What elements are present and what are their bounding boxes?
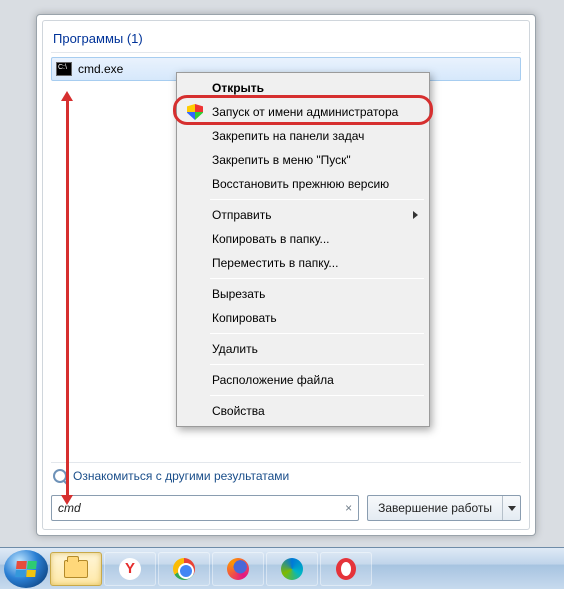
ctx-run-as-admin-label: Запуск от имени администратора — [212, 105, 398, 119]
shield-icon — [186, 103, 204, 121]
chrome-icon — [173, 558, 195, 580]
taskbar-firefox[interactable] — [212, 552, 264, 586]
ctx-pin-taskbar[interactable]: Закрепить на панели задач — [180, 124, 426, 148]
see-more-label: Ознакомиться с другими результатами — [73, 469, 289, 483]
shutdown-button[interactable]: Завершение работы — [367, 495, 521, 521]
ctx-restore-previous[interactable]: Восстановить прежнюю версию — [180, 172, 426, 196]
shutdown-options-arrow[interactable] — [502, 496, 520, 520]
context-menu: Открыть Запуск от имени администратора З… — [176, 72, 430, 427]
ctx-copy-to-folder[interactable]: Копировать в папку... — [180, 227, 426, 251]
ctx-pin-start[interactable]: Закрепить в меню "Пуск" — [180, 148, 426, 172]
search-icon — [53, 469, 67, 483]
taskbar-opera[interactable] — [320, 552, 372, 586]
search-input[interactable] — [58, 501, 345, 515]
start-bottom-row: × Завершение работы — [51, 495, 521, 521]
ctx-run-as-admin[interactable]: Запуск от имени администратора — [180, 100, 426, 124]
taskbar-yandex[interactable]: Y — [104, 552, 156, 586]
ctx-properties[interactable]: Свойства — [180, 399, 426, 423]
shutdown-label: Завершение работы — [368, 501, 502, 515]
ctx-cut[interactable]: Вырезать — [180, 282, 426, 306]
ctx-delete[interactable]: Удалить — [180, 337, 426, 361]
ctx-separator — [210, 364, 424, 365]
ctx-separator — [210, 278, 424, 279]
chevron-down-icon — [508, 506, 516, 511]
ctx-separator — [210, 333, 424, 334]
taskbar-explorer[interactable] — [50, 552, 102, 586]
edge-icon — [281, 558, 303, 580]
annotation-arrow — [66, 100, 69, 496]
ctx-file-location[interactable]: Расположение файла — [180, 368, 426, 392]
clear-search-button[interactable]: × — [345, 501, 352, 515]
ctx-move-to-folder[interactable]: Переместить в папку... — [180, 251, 426, 275]
ctx-separator — [210, 395, 424, 396]
folder-icon — [64, 560, 88, 578]
opera-icon — [336, 558, 356, 580]
search-result-label: cmd.exe — [78, 62, 123, 76]
ctx-separator — [210, 199, 424, 200]
taskbar-chrome[interactable] — [158, 552, 210, 586]
yandex-icon: Y — [119, 558, 141, 580]
see-more-results[interactable]: Ознакомиться с другими результатами — [51, 462, 521, 489]
ctx-copy[interactable]: Копировать — [180, 306, 426, 330]
taskbar-edge[interactable] — [266, 552, 318, 586]
taskbar: Y — [0, 547, 564, 589]
firefox-icon — [227, 558, 249, 580]
windows-logo-icon — [15, 561, 37, 577]
search-box[interactable]: × — [51, 495, 359, 521]
cmd-icon — [56, 62, 72, 76]
results-group-header: Программы (1) — [51, 27, 521, 53]
ctx-open[interactable]: Открыть — [180, 76, 426, 100]
start-button[interactable] — [4, 550, 48, 588]
ctx-send-to[interactable]: Отправить — [180, 203, 426, 227]
